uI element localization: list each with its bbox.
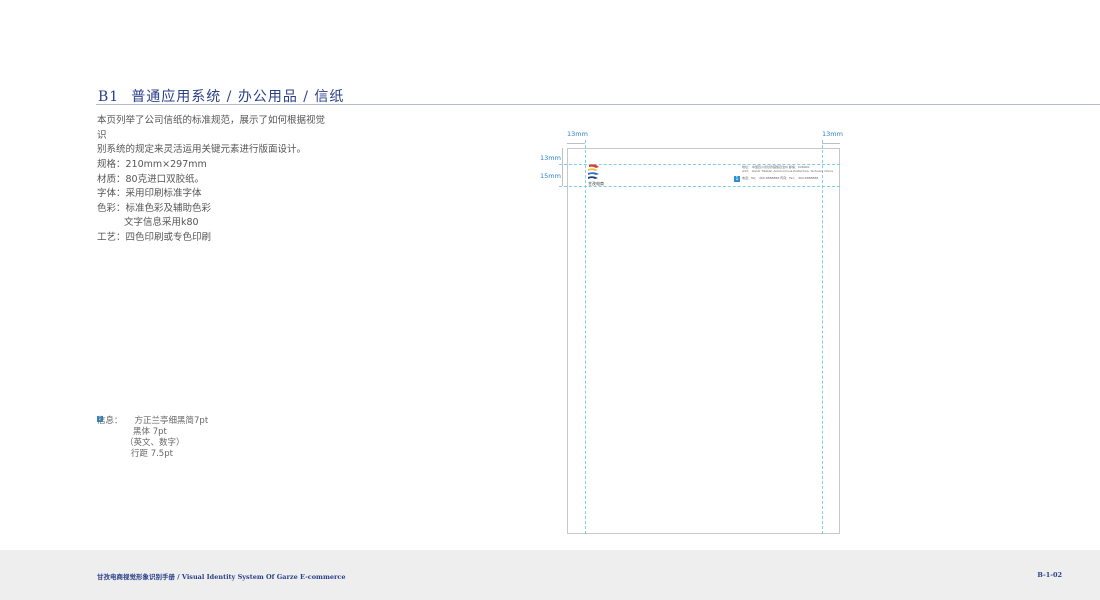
spec-material: 材质：80克进口双胶纸。: [97, 173, 205, 185]
spec-font: 字体：采用印刷标准字体: [97, 188, 202, 200]
section-title: 普通应用系统 / 办公用品 / 信纸: [131, 89, 345, 105]
page-number: B-1-02: [1037, 571, 1062, 579]
dim-line-vertical: [562, 148, 563, 186]
right-margin-guide: [822, 140, 823, 534]
page-title: B1 普通应用系统 / 办公用品 / 信纸: [98, 86, 344, 106]
letter-sheet: [567, 148, 840, 534]
info-note: 信息： 方正兰亭细黑简7pt 黑体 7pt （英文、数字） 行距 7.5pt: [97, 416, 208, 460]
dim-label-right: 13mm: [822, 130, 843, 138]
intro-text: 本页列举了公司信纸的标准规范，展示了如何根据视觉识 别系统的规定来灵活运用关键元…: [97, 114, 332, 158]
note-font-secondary: 黑体 7pt: [133, 427, 167, 437]
section-code: B1: [98, 89, 120, 105]
spec-color-note: 文字信息采用k80: [124, 217, 199, 229]
note-scope: （英文、数字）: [125, 438, 185, 448]
company-logo-icon: [588, 164, 599, 179]
note-label: 信息：: [97, 416, 123, 426]
dim-label-left: 13mm: [567, 130, 588, 138]
intro-line-2: 别系统的规定来灵活运用关键元素进行版面设计。: [97, 144, 307, 155]
dim-label-header: 15mm: [540, 172, 561, 180]
letterhead-number: 1: [734, 176, 740, 182]
footer-bar: 甘孜电商视觉形象识别手册 / Visual Identity System Of…: [0, 550, 1100, 600]
note-font-primary: 方正兰亭细黑简7pt: [134, 416, 209, 426]
letterhead-phone: 电话：Tel： 400-8888888 传真：Fax： 400-8888888: [742, 176, 819, 180]
title-divider: [96, 104, 1100, 105]
spec-process: 工艺：四色印刷或专色印刷: [97, 231, 212, 243]
logo-wordmark: 甘孜电商: [588, 181, 604, 186]
footer-manual-title: 甘孜电商视觉形象识别手册 / Visual Identity System Of…: [97, 573, 346, 581]
letterhead-badge: 1: [734, 165, 740, 184]
dim-line-left: [567, 143, 585, 144]
dim-line-right: [822, 143, 840, 144]
letterhead-address-en: Add： Ganzi Tibetan Autonomous Prefecture…: [742, 169, 833, 173]
spec-color: 色彩：标准色彩及辅助色彩: [97, 202, 212, 214]
dim-label-top: 13mm: [540, 154, 561, 162]
intro-line-1: 本页列举了公司信纸的标准规范，展示了如何根据视觉识: [97, 115, 326, 141]
left-margin-guide: [585, 140, 586, 534]
spec-list: 规格：210mm×297mm 材质：80克进口双胶纸。 字体：采用印刷标准字体 …: [97, 158, 211, 246]
note-line-spacing: 行距 7.5pt: [131, 449, 173, 459]
spec-size: 规格：210mm×297mm: [97, 159, 207, 170]
